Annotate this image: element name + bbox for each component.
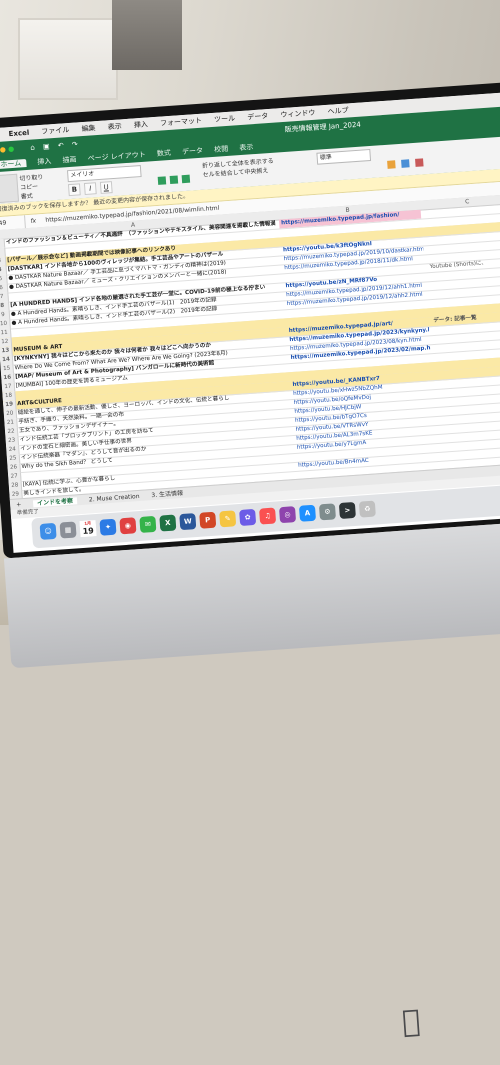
menu-view[interactable]: 表示 [107, 122, 122, 131]
imac-monitor:  ◉ Excel ファイル 編集 表示 挿入 フォーマット ツール データ ウ… [0, 81, 500, 1040]
alignment-group: 折り返して全体を表示する セルを結合して中央揃え [202, 157, 275, 180]
column-header-b[interactable]: B [345, 206, 350, 215]
italic-button[interactable]: I [83, 182, 97, 196]
fx-icon[interactable]: fx [30, 214, 37, 227]
menu-window[interactable]: ウィンドウ [280, 109, 315, 119]
number-format-select[interactable]: 標準 [316, 148, 372, 165]
minimize-window-icon[interactable]: ● [0, 145, 6, 153]
powerpoint-icon[interactable]: P [199, 511, 217, 529]
tab-page-layout[interactable]: ページ レイアウト [87, 151, 146, 163]
room-doorway [112, 0, 182, 70]
chrome-icon[interactable]: ◉ [119, 517, 137, 535]
redo-icon[interactable]: ↷ [72, 140, 78, 148]
table-format-icon[interactable] [401, 159, 410, 168]
excel-icon[interactable]: X [159, 514, 177, 532]
menu-help[interactable]: ヘルプ [327, 106, 349, 115]
finder-icon[interactable]: ☺ [39, 522, 57, 540]
column-header-a[interactable]: A [131, 221, 136, 230]
menu-app-name[interactable]: Excel [8, 129, 29, 138]
align-right-icon[interactable] [181, 174, 191, 184]
format-buttons: B I U [67, 181, 115, 197]
tab-data[interactable]: データ [182, 147, 204, 156]
menu-tools[interactable]: ツール [214, 114, 236, 123]
align-left-icon[interactable] [157, 176, 167, 185]
font-name-select[interactable]: メイリオ [66, 165, 142, 183]
menu-edit[interactable]: 編集 [81, 124, 96, 133]
tab-draw[interactable]: 描画 [62, 156, 77, 165]
underline-button[interactable]: U [99, 181, 113, 194]
tab-home[interactable]: ホーム [0, 159, 27, 170]
save-icon[interactable]: ▣ [43, 142, 50, 150]
cell-styles-icon[interactable] [415, 158, 424, 167]
word-icon[interactable]: W [179, 513, 197, 531]
terminal-icon[interactable]: > [338, 501, 356, 520]
calendar-day: 19 [79, 525, 97, 538]
menu-file[interactable]: ファイル [41, 126, 69, 136]
menu-data[interactable]: データ [247, 112, 269, 121]
launchpad-icon[interactable]: ▦ [59, 521, 77, 539]
align-center-icon[interactable] [169, 175, 179, 185]
tab-review[interactable]: 校閲 [214, 145, 229, 154]
format-painter-button[interactable]: 書式 [20, 191, 45, 202]
bold-button[interactable]: B [67, 183, 81, 197]
undo-icon[interactable]: ↶ [58, 141, 64, 149]
paste-button[interactable] [0, 173, 20, 204]
photos-icon[interactable]: ✿ [239, 508, 257, 526]
add-sheet-icon[interactable]: + [16, 501, 22, 508]
zoom-window-icon[interactable]: ● [8, 145, 15, 153]
sheet-grid: 1インドのファッション＆ビューティ／不具適評 （ファッションやテキスタイル、美容… [0, 203, 500, 499]
menu-insert[interactable]: 挿入 [134, 120, 149, 129]
apple-logo-icon:  [396, 1004, 426, 1040]
calendar-icon[interactable]: 1月 19 [79, 520, 97, 538]
tab-view[interactable]: 表示 [239, 143, 254, 152]
safari-icon[interactable]: ✦ [99, 518, 117, 536]
podcasts-icon[interactable]: ◎ [279, 506, 297, 524]
music-icon[interactable]: ♫ [259, 507, 277, 525]
screen: ◉ Excel ファイル 編集 表示 挿入 フォーマット ツール データ ウィン… [0, 92, 500, 553]
home-icon[interactable]: ⌂ [30, 143, 35, 151]
messages-icon[interactable]: ✉ [139, 515, 157, 533]
notes-icon[interactable]: ✎ [219, 510, 237, 528]
clipboard-group: 切り取り コピー 書式 [19, 173, 45, 202]
room-window [18, 18, 118, 100]
column-header-c[interactable]: C [465, 197, 470, 206]
settings-gear-icon[interactable]: ⚙ [318, 503, 336, 521]
tab-insert[interactable]: 挿入 [37, 157, 52, 166]
app-store-icon[interactable]: A [298, 504, 317, 522]
conditional-format-icon[interactable] [387, 160, 396, 169]
trash-icon[interactable]: ♻ [358, 500, 376, 518]
tab-formulas[interactable]: 数式 [157, 149, 172, 158]
menu-format[interactable]: フォーマット [160, 117, 202, 128]
